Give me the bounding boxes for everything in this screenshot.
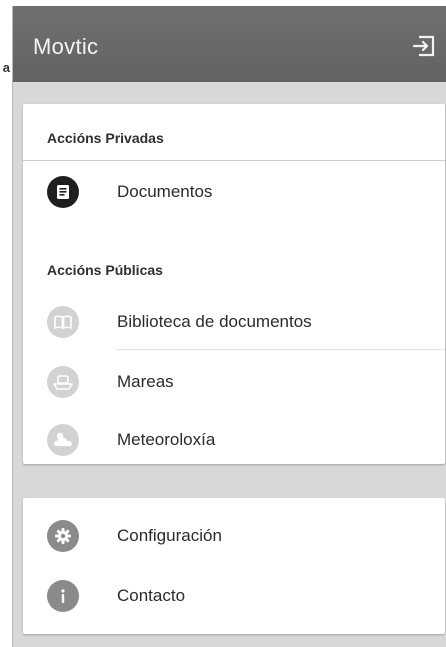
public-section-title: Accións Públicas <box>47 262 163 278</box>
actions-card: Accións Privadas Documentos Accións Públ… <box>23 104 445 464</box>
info-icon <box>47 580 79 612</box>
document-icon <box>47 176 79 208</box>
menu-item-mareas[interactable]: Mareas <box>23 354 445 410</box>
menu-item-label: Configuración <box>117 526 222 545</box>
private-section-title: Accións Privadas <box>47 130 164 146</box>
menu-item-contacto[interactable]: Contacto <box>23 568 445 624</box>
library-book-icon <box>47 306 79 338</box>
menu-item-label: Biblioteca de documentos <box>117 312 312 331</box>
stray-margin-text: a <box>2 60 10 75</box>
menu-item-meteoroloxia[interactable]: Meteoroloxía <box>23 412 445 468</box>
logout-button[interactable] <box>411 32 439 60</box>
app-title: Movtic <box>33 34 99 59</box>
menu-item-label: Contacto <box>117 586 186 605</box>
logout-icon <box>411 35 439 64</box>
menu-item-label: Meteoroloxía <box>117 430 216 449</box>
divider <box>23 160 445 161</box>
menu-item-configuracion[interactable]: Configuración <box>23 508 445 564</box>
menu-item-biblioteca[interactable]: Biblioteca de documentos <box>23 294 445 350</box>
divider <box>117 349 445 350</box>
settings-card: Configuración Contacto <box>23 498 445 634</box>
app-header: Movtic <box>13 6 446 82</box>
gear-icon <box>47 520 79 552</box>
menu-item-label: Mareas <box>117 372 174 391</box>
menu-item-label: Documentos <box>117 182 213 201</box>
weather-cloud-icon <box>47 424 79 456</box>
menu-item-documentos[interactable]: Documentos <box>23 164 445 220</box>
boat-icon <box>47 366 79 398</box>
app-frame: Movtic Accións Privadas Documentos Acció… <box>12 6 446 647</box>
